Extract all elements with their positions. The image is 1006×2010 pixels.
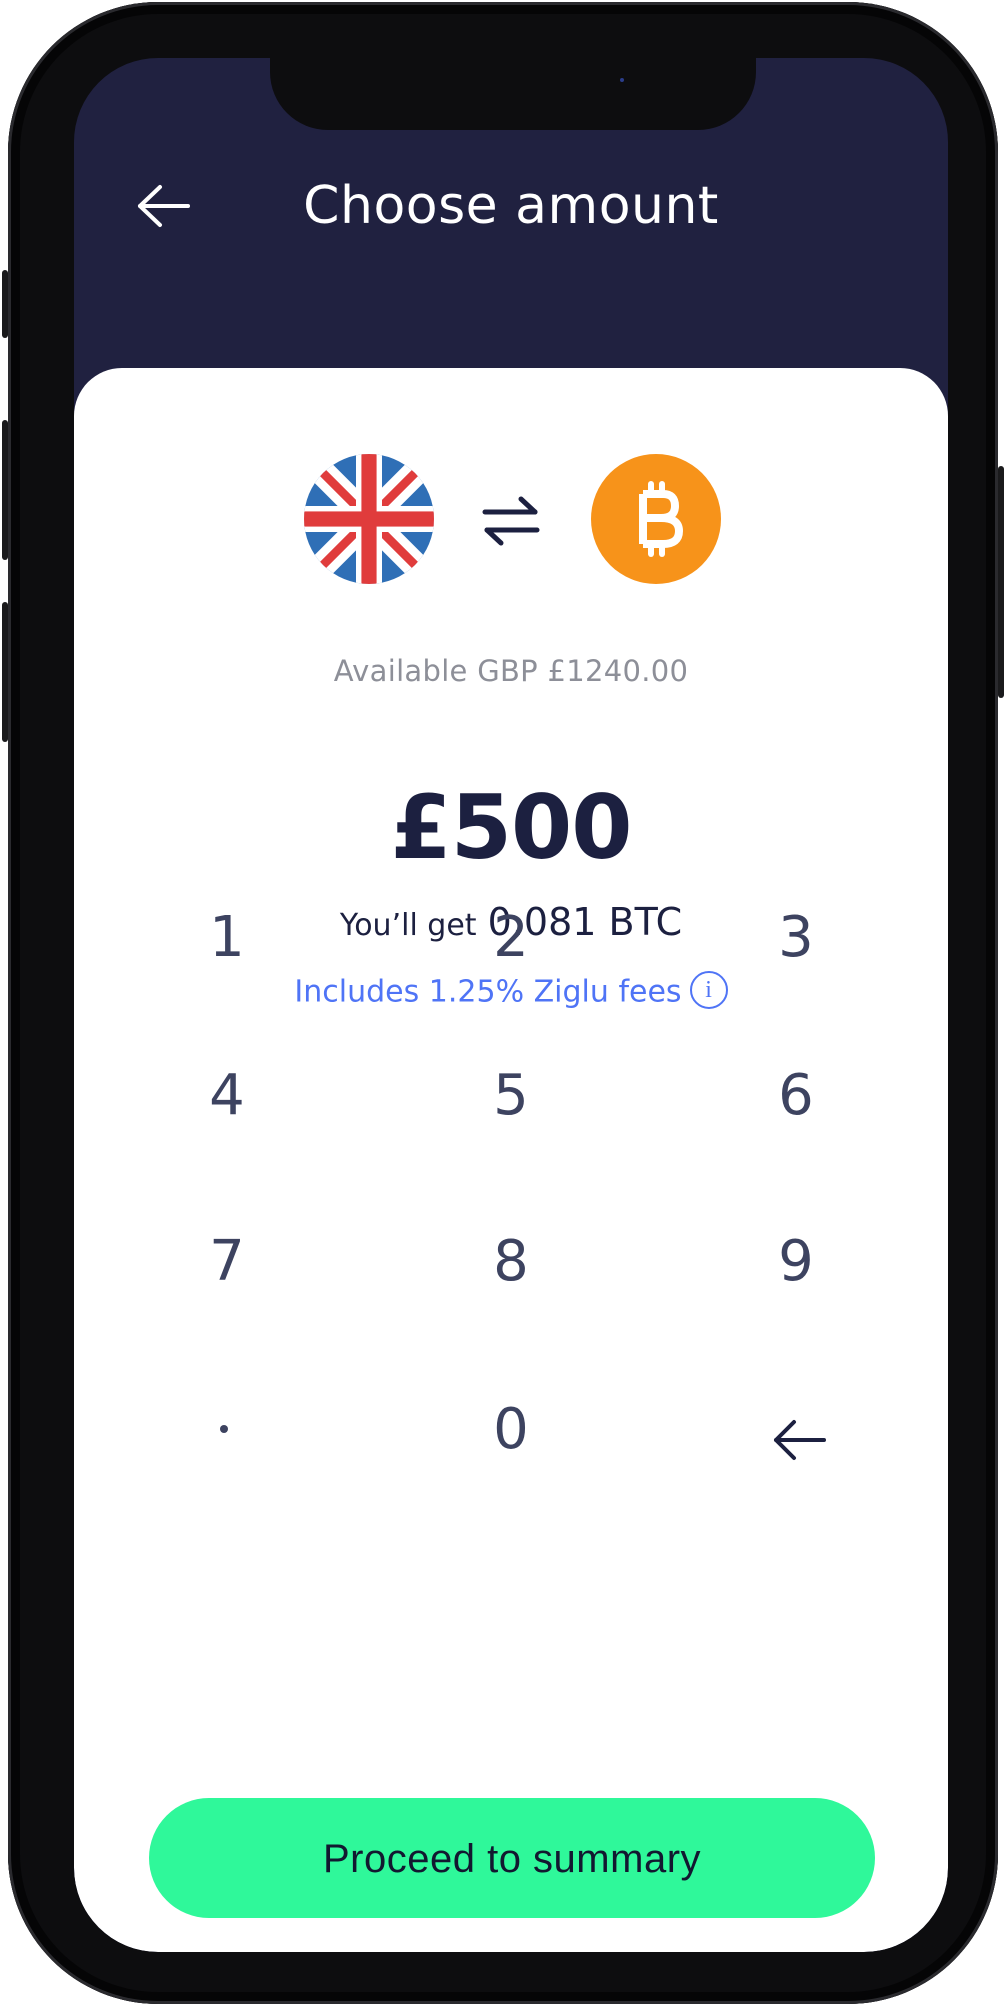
key-7[interactable]: 7 <box>127 1202 327 1322</box>
key-3[interactable]: 3 <box>696 878 896 998</box>
key-backspace[interactable] <box>696 1370 896 1490</box>
key-8[interactable]: 8 <box>411 1202 611 1322</box>
key-6[interactable]: 6 <box>696 1036 896 1156</box>
silent-switch <box>2 270 8 338</box>
key-2[interactable]: 2 <box>411 878 611 998</box>
backspace-arrow-icon <box>774 1420 826 1460</box>
amount-card: Available GBP £1240.00 £500 You’ll get 0… <box>74 368 948 1952</box>
volume-up-button <box>2 420 8 560</box>
key-0[interactable]: 0 <box>411 1370 611 1490</box>
front-camera <box>620 78 624 82</box>
volume-down-button <box>2 602 8 742</box>
numeric-keypad: 1 2 3 4 5 6 7 8 9 0 <box>74 368 948 1952</box>
phone-notch <box>270 58 756 130</box>
key-1[interactable]: 1 <box>127 878 327 998</box>
phone-frame: Choose amount Available GBP £1240.00 £50… <box>2 2 1004 2004</box>
key-4[interactable]: 4 <box>127 1036 327 1156</box>
page-title: Choose amount <box>303 176 719 236</box>
power-button <box>998 466 1004 698</box>
proceed-to-summary-button[interactable]: Proceed to summary <box>149 1798 875 1918</box>
decimal-dot <box>220 1425 228 1433</box>
phone-screen: Choose amount Available GBP £1240.00 £50… <box>74 58 948 1952</box>
key-decimal-point[interactable] <box>125 1370 325 1490</box>
key-9[interactable]: 9 <box>696 1202 896 1322</box>
key-5[interactable]: 5 <box>411 1036 611 1156</box>
